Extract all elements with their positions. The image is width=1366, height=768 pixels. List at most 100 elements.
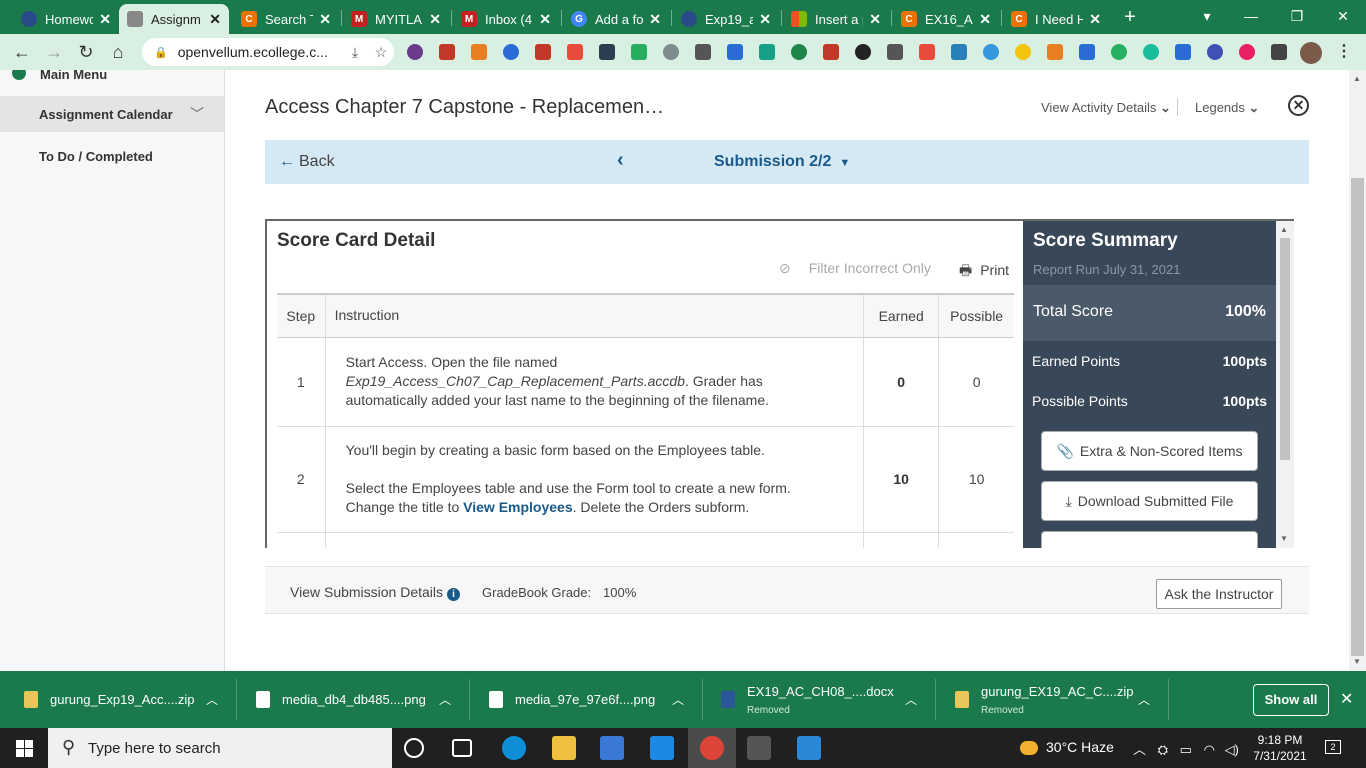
mail-icon[interactable] bbox=[650, 736, 674, 760]
wifi-icon[interactable]: ◠ bbox=[1204, 742, 1215, 757]
scroll-down-icon[interactable]: ▼ bbox=[1280, 534, 1288, 543]
chevron-up-icon[interactable]: ︿ bbox=[206, 691, 218, 708]
scroll-thumb[interactable] bbox=[1280, 238, 1290, 460]
sidebar-item-todo-completed[interactable]: To Do / Completed bbox=[39, 149, 153, 164]
extension-icon[interactable] bbox=[407, 44, 423, 60]
forward-arrow-icon[interactable]: → bbox=[42, 40, 66, 64]
close-window-button[interactable]: ✕ bbox=[1320, 0, 1366, 34]
extension-icon[interactable] bbox=[855, 44, 871, 60]
extra-non-scored-items-button[interactable]: 📎 Extra & Non-Scored Items bbox=[1041, 431, 1258, 471]
extension-icon[interactable] bbox=[887, 44, 903, 60]
download-item[interactable]: media_db4_db485....png ︿ bbox=[256, 671, 456, 728]
microsoft-store-icon[interactable] bbox=[600, 736, 624, 760]
system-tray[interactable]: ︿ ⛭ ▭ ◠ ◁) bbox=[1133, 739, 1239, 758]
chevron-up-icon[interactable]: ︿ bbox=[672, 691, 684, 708]
browser-tab[interactable]: C Search T ✕ bbox=[233, 4, 339, 34]
scroll-up-icon[interactable]: ▲ bbox=[1353, 74, 1361, 83]
sidebar-item-assignment-calendar[interactable]: Assignment Calendar ﹀ bbox=[0, 96, 224, 132]
extension-icon[interactable] bbox=[695, 44, 711, 60]
extension-icon[interactable] bbox=[951, 44, 967, 60]
reload-icon[interactable]: ↻ bbox=[74, 40, 98, 64]
volume-icon[interactable]: ◁) bbox=[1225, 742, 1239, 757]
download-icon[interactable]: ⤓ bbox=[342, 44, 368, 61]
scroll-down-icon[interactable]: ▼ bbox=[1353, 657, 1361, 666]
puzzle-extensions-icon[interactable] bbox=[1271, 44, 1287, 60]
extension-icon[interactable] bbox=[727, 44, 743, 60]
battery-icon[interactable]: ▭ bbox=[1180, 742, 1192, 757]
close-tab-icon[interactable]: ✕ bbox=[649, 11, 661, 28]
extension-icon[interactable] bbox=[1239, 44, 1255, 60]
video-editor-icon[interactable] bbox=[747, 736, 771, 760]
edge-icon[interactable] bbox=[502, 736, 526, 760]
extension-icon[interactable] bbox=[823, 44, 839, 60]
browser-tab[interactable]: M MYITLAB ✕ bbox=[343, 4, 449, 34]
extension-icon[interactable] bbox=[599, 44, 615, 60]
extension-icon[interactable] bbox=[439, 44, 455, 60]
notifications-icon[interactable]: 2 bbox=[1325, 740, 1341, 754]
taskbar-search-input[interactable]: ⚲ Type here to search bbox=[48, 728, 392, 768]
previous-submission-chevron-icon[interactable]: ‹ bbox=[617, 149, 624, 172]
tab-search-icon[interactable]: ▾ bbox=[1184, 0, 1230, 34]
extension-icon[interactable] bbox=[791, 44, 807, 60]
extension-icon[interactable] bbox=[983, 44, 999, 60]
file-explorer-icon[interactable] bbox=[552, 736, 576, 760]
extension-icon[interactable] bbox=[503, 44, 519, 60]
back-arrow-icon[interactable]: ← bbox=[10, 40, 34, 64]
browser-tab[interactable]: Exp19_ac ✕ bbox=[673, 4, 779, 34]
close-tab-icon[interactable]: ✕ bbox=[209, 11, 221, 28]
windows-start-icon[interactable] bbox=[16, 740, 33, 757]
close-icon[interactable]: ✕ bbox=[1288, 95, 1309, 116]
close-tab-icon[interactable]: ✕ bbox=[429, 11, 441, 28]
download-item[interactable]: gurung_EX19_AC_C....zip Removed ︿ bbox=[955, 671, 1155, 728]
cortana-icon[interactable] bbox=[404, 738, 424, 758]
weather-widget[interactable]: 30°C Haze bbox=[1020, 739, 1114, 756]
close-downloads-icon[interactable]: ✕ bbox=[1340, 689, 1353, 709]
extension-icon[interactable] bbox=[919, 44, 935, 60]
restore-button[interactable]: ❐ bbox=[1274, 0, 1320, 34]
close-tab-icon[interactable]: ✕ bbox=[319, 11, 331, 28]
view-submission-details-link[interactable]: View Submission Details i bbox=[290, 584, 461, 601]
extension-icon[interactable] bbox=[1143, 44, 1159, 60]
chevron-up-icon[interactable]: ︿ bbox=[1138, 691, 1150, 708]
browser-tab[interactable]: M Inbox (4 ✕ bbox=[453, 4, 559, 34]
chevron-up-icon[interactable]: ︿ bbox=[1133, 742, 1146, 757]
chrome-icon[interactable] bbox=[700, 736, 724, 760]
back-link[interactable]: ← Back bbox=[279, 153, 335, 171]
extension-icon[interactable] bbox=[1175, 44, 1191, 60]
taskbar-clock[interactable]: 9:18 PM 7/31/2021 bbox=[1252, 732, 1308, 764]
task-view-icon[interactable] bbox=[452, 739, 472, 757]
chevron-up-icon[interactable]: ︿ bbox=[905, 691, 917, 708]
extension-icon[interactable] bbox=[471, 44, 487, 60]
extension-icon[interactable] bbox=[1207, 44, 1223, 60]
legends-dropdown[interactable]: Legends ⌄ bbox=[1195, 100, 1259, 116]
print-button[interactable]: 🖶 Print bbox=[959, 260, 1009, 284]
close-tab-icon[interactable]: ✕ bbox=[759, 11, 771, 28]
extension-icon[interactable] bbox=[535, 44, 551, 60]
profile-avatar[interactable] bbox=[1300, 42, 1322, 64]
page-scroll-thumb[interactable] bbox=[1351, 178, 1364, 656]
close-tab-icon[interactable]: ✕ bbox=[979, 11, 991, 28]
show-all-downloads-button[interactable]: Show all bbox=[1253, 684, 1329, 716]
new-tab-button[interactable]: + bbox=[1119, 4, 1141, 30]
summary-button-partial[interactable] bbox=[1041, 531, 1258, 548]
address-bar[interactable]: 🔒 openvellum.ecollege.c... ⤓ ☆ bbox=[142, 38, 394, 66]
download-item[interactable]: media_97e_97e6f....png ︿ bbox=[489, 671, 689, 728]
close-tab-icon[interactable]: ✕ bbox=[99, 11, 111, 28]
extension-icon[interactable] bbox=[1111, 44, 1127, 60]
extension-icon[interactable] bbox=[631, 44, 647, 60]
filter-incorrect-only-toggle[interactable]: ⊘ Filter Incorrect Only bbox=[779, 260, 931, 277]
extension-icon[interactable] bbox=[663, 44, 679, 60]
browser-tab[interactable]: C EX16_AC ✕ bbox=[893, 4, 999, 34]
close-tab-icon[interactable]: ✕ bbox=[539, 11, 551, 28]
browser-tab[interactable]: Homewo ✕ bbox=[13, 4, 119, 34]
home-icon[interactable]: ⌂ bbox=[106, 40, 130, 64]
extension-icon[interactable] bbox=[1047, 44, 1063, 60]
submission-dropdown[interactable]: Submission 2/2 ▼ bbox=[714, 153, 850, 171]
scroll-up-icon[interactable]: ▲ bbox=[1280, 225, 1288, 234]
photos-icon[interactable] bbox=[797, 736, 821, 760]
download-submitted-file-button[interactable]: ⤓ Download Submitted File bbox=[1041, 481, 1258, 521]
panel-scrollbar[interactable]: ▲ ▼ bbox=[1276, 221, 1294, 548]
ask-the-instructor-button[interactable]: Ask the Instructor bbox=[1156, 579, 1282, 609]
chrome-menu-icon[interactable]: ⋮ bbox=[1336, 40, 1352, 64]
close-tab-icon[interactable]: ✕ bbox=[1089, 11, 1101, 28]
